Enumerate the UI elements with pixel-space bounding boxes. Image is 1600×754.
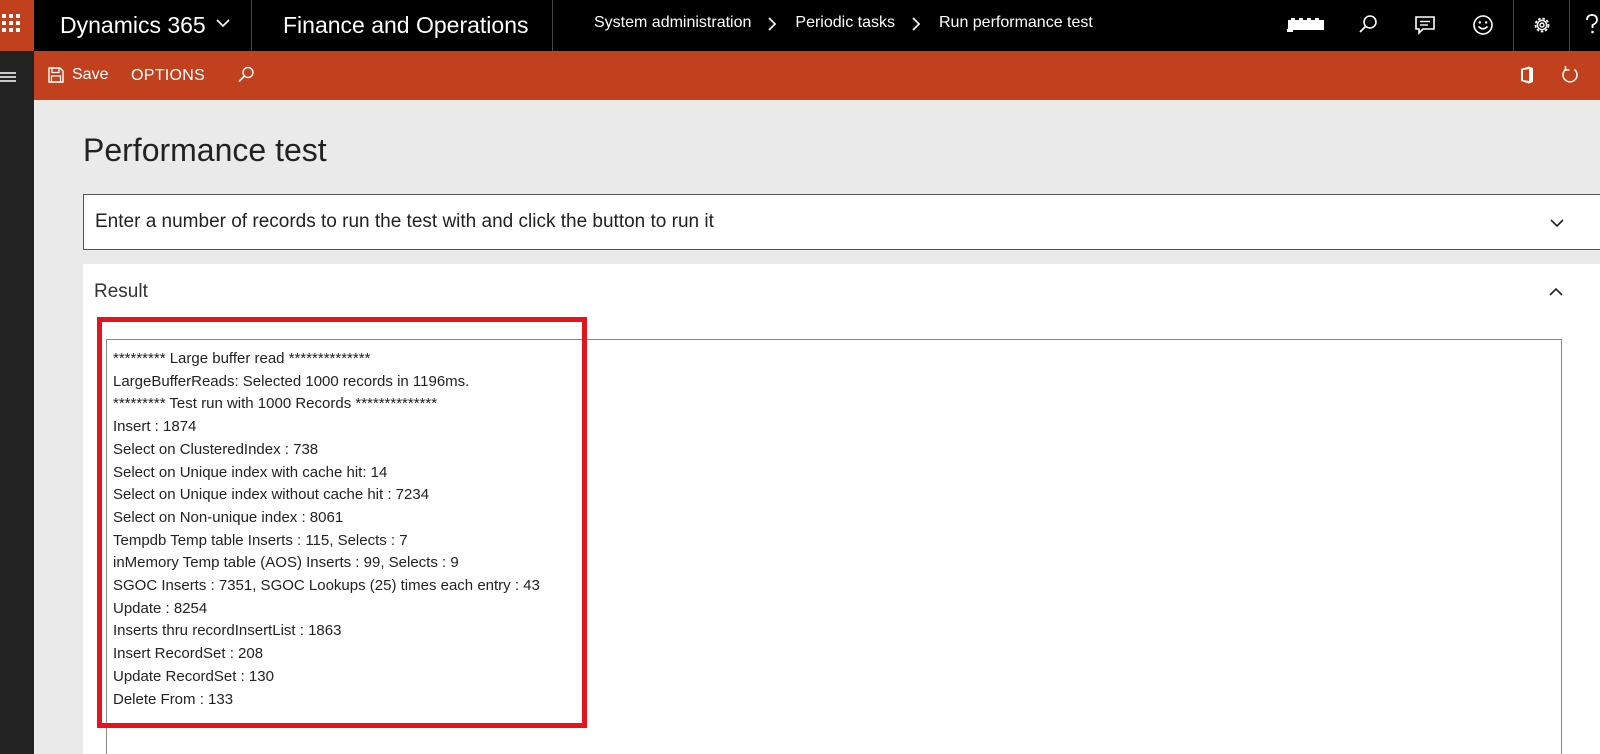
- message-icon[interactable]: [1413, 13, 1437, 37]
- smiley-icon[interactable]: [1471, 13, 1495, 37]
- chevron-up-icon[interactable]: [1548, 284, 1564, 300]
- help-icon[interactable]: [1586, 13, 1600, 37]
- search-icon[interactable]: [236, 65, 256, 85]
- search-icon[interactable]: [1356, 13, 1380, 37]
- breadcrumb-system-administration[interactable]: System administration: [594, 14, 751, 32]
- highlight-annotation: [97, 317, 587, 728]
- company-logo[interactable]: [1287, 17, 1327, 33]
- office-icon[interactable]: [1517, 65, 1537, 85]
- app-name-label: Finance and Operations: [283, 12, 529, 38]
- brand-menu[interactable]: Dynamics 365: [34, 0, 252, 51]
- save-label: Save: [72, 66, 109, 83]
- breadcrumb-periodic-tasks[interactable]: Periodic tasks: [795, 14, 895, 32]
- chevron-down-icon: [216, 19, 230, 28]
- top-nav-bar: Dynamics 365 Finance and Operations Syst…: [0, 0, 1600, 51]
- save-button[interactable]: Save: [48, 64, 108, 86]
- divider: [1513, 0, 1514, 51]
- chevron-down-icon[interactable]: [1549, 215, 1565, 231]
- action-pane: Save OPTIONS: [34, 51, 1600, 100]
- page-title: Performance test: [83, 132, 327, 168]
- options-button[interactable]: OPTIONS: [131, 67, 205, 85]
- divider: [1569, 0, 1570, 51]
- app-launcher-button[interactable]: [0, 0, 34, 51]
- main-content: Performance test Enter a number of recor…: [34, 100, 1600, 754]
- chevron-right-icon: [759, 15, 787, 31]
- app-name[interactable]: Finance and Operations: [252, 0, 553, 51]
- left-nav-pane: [0, 51, 34, 754]
- breadcrumb-run-performance-test[interactable]: Run performance test: [939, 14, 1093, 32]
- waffle-icon: [2, 14, 20, 32]
- hamburger-menu-icon[interactable]: [0, 71, 16, 83]
- breadcrumb: System administration Periodic tasks Run…: [594, 14, 1093, 32]
- fasttab-instructions-label: Enter a number of records to run the tes…: [95, 211, 714, 232]
- chevron-right-icon: [903, 15, 931, 31]
- refresh-icon[interactable]: [1560, 65, 1580, 85]
- fasttab-result-label[interactable]: Result: [94, 281, 148, 303]
- brand-label: Dynamics 365: [60, 12, 206, 38]
- save-icon: [48, 67, 64, 83]
- gear-icon[interactable]: [1530, 13, 1554, 37]
- fasttab-instructions[interactable]: Enter a number of records to run the tes…: [83, 194, 1600, 250]
